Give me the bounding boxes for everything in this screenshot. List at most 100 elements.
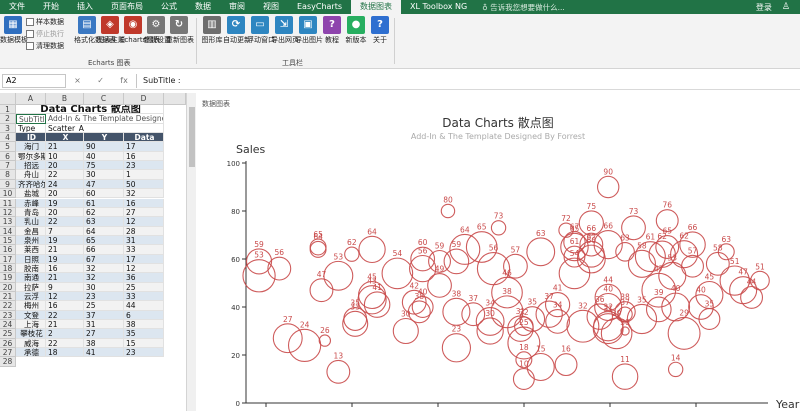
data-cell[interactable]: 41 xyxy=(84,348,124,358)
data-cell[interactable]: 梅州 xyxy=(16,301,46,311)
data-cell[interactable]: 16 xyxy=(124,151,164,162)
row-header[interactable]: 19 xyxy=(0,273,16,283)
auto-update-button[interactable]: ⟳ 自动更新 xyxy=(223,16,251,44)
data-cell[interactable]: 64 xyxy=(84,226,124,236)
data-cell[interactable]: 30 xyxy=(84,170,124,180)
data-cell[interactable]: 拉萨 xyxy=(16,282,46,292)
row-header[interactable]: 21 xyxy=(0,292,16,302)
chart-library-button[interactable]: ▥ 图形库 xyxy=(199,16,225,44)
data-cell[interactable]: 67 xyxy=(84,254,124,264)
redraw-chart-button[interactable]: ↻ 重新图表 xyxy=(166,16,194,44)
data-cell[interactable]: 乳山 xyxy=(16,217,46,227)
chart-area[interactable]: 数据图表 Data Charts 散点图 Add-In & The Templat… xyxy=(196,93,800,411)
tutorial-button[interactable]: ? 教程 xyxy=(319,16,345,44)
type-label-cell[interactable]: Type xyxy=(16,123,46,134)
header-cell-y[interactable]: Y xyxy=(84,133,124,143)
data-cell[interactable]: 海门 xyxy=(16,142,46,152)
scroll-thumb[interactable] xyxy=(189,107,195,167)
cancel-icon[interactable]: × xyxy=(74,76,81,85)
data-cell[interactable]: 22 xyxy=(46,310,84,321)
data-cell[interactable]: 9 xyxy=(46,282,84,292)
data-cell[interactable]: 泉州 xyxy=(16,235,46,246)
data-cell[interactable]: 17 xyxy=(124,254,164,264)
column-header-D[interactable]: D xyxy=(124,93,164,105)
data-cell[interactable]: 1 xyxy=(124,170,164,180)
row-header[interactable]: 26 xyxy=(0,338,16,349)
column-header-B[interactable]: B xyxy=(46,93,84,105)
data-cell[interactable]: 19 xyxy=(46,198,84,208)
ribbon-tab-1[interactable]: 开始 xyxy=(34,0,68,14)
data-cell[interactable]: 32 xyxy=(84,273,124,283)
type-value-cell[interactable]: Scatter_A xyxy=(46,123,164,134)
formula-input[interactable]: SubTitle : xyxy=(136,73,800,88)
row-header[interactable]: 18 xyxy=(0,263,16,274)
data-cell[interactable]: 盐城 xyxy=(16,189,46,199)
data-cell[interactable]: 攀枝花 xyxy=(16,329,46,339)
data-cell[interactable]: 40 xyxy=(84,151,124,162)
data-cell[interactable]: 38 xyxy=(84,338,124,349)
data-cell[interactable]: 23 xyxy=(124,161,164,171)
login-link[interactable]: 登录 xyxy=(750,2,778,13)
data-cell[interactable]: 33 xyxy=(124,245,164,255)
row-header[interactable]: 13 xyxy=(0,217,16,227)
data-cell[interactable]: 22 xyxy=(46,170,84,180)
row-header[interactable]: 28 xyxy=(0,357,16,367)
data-cell[interactable]: 50 xyxy=(124,179,164,190)
data-cell[interactable]: 25 xyxy=(124,282,164,292)
row-header[interactable]: 15 xyxy=(0,235,16,246)
data-cell[interactable]: 66 xyxy=(84,245,124,255)
data-cell[interactable]: 12 xyxy=(46,292,84,302)
data-cell[interactable]: 16 xyxy=(124,198,164,208)
data-cell[interactable]: 21 xyxy=(46,142,84,152)
ribbon-tab-4[interactable]: 公式 xyxy=(152,0,186,14)
ribbon-tab-6[interactable]: 审阅 xyxy=(220,0,254,14)
data-cell[interactable]: 16 xyxy=(46,301,84,311)
data-cell[interactable]: 19 xyxy=(46,254,84,264)
data-cell[interactable]: 莱西 xyxy=(16,245,46,255)
data-cell[interactable]: 44 xyxy=(124,301,164,311)
about-button[interactable]: ? 关于 xyxy=(367,16,393,44)
data-cell[interactable]: 19 xyxy=(46,235,84,246)
data-cell[interactable]: 23 xyxy=(84,292,124,302)
ribbon-tab-7[interactable]: 视图 xyxy=(254,0,288,14)
data-cell[interactable]: 37 xyxy=(84,310,124,321)
data-cell[interactable]: 20 xyxy=(46,207,84,218)
data-cell[interactable]: 上海 xyxy=(16,320,46,330)
data-cell[interactable]: 31 xyxy=(124,235,164,246)
data-cell[interactable]: 文登 xyxy=(16,310,46,321)
data-cell[interactable]: 12 xyxy=(124,217,164,227)
row-header[interactable]: 16 xyxy=(0,245,16,255)
corner-cell[interactable] xyxy=(0,93,16,105)
row-header[interactable]: 22 xyxy=(0,301,16,311)
sample-data-button[interactable]: 样本数据 xyxy=(26,17,72,27)
tell-me-search[interactable]: ♁ 告诉我您想要做什么... xyxy=(482,2,565,13)
data-cell[interactable]: 27 xyxy=(84,329,124,339)
data-cell[interactable]: 28 xyxy=(124,226,164,236)
ribbon-tab-3[interactable]: 页面布局 xyxy=(102,0,152,14)
data-cell[interactable]: 31 xyxy=(84,320,124,330)
header-cell-data[interactable]: Data xyxy=(124,133,164,143)
data-cell[interactable]: 7 xyxy=(46,226,84,236)
row-header[interactable]: 7 xyxy=(0,161,16,171)
data-cell[interactable]: 舟山 xyxy=(16,170,46,180)
row-header[interactable]: 5 xyxy=(0,142,16,152)
data-cell[interactable]: 63 xyxy=(84,217,124,227)
data-cell[interactable]: 20 xyxy=(46,161,84,171)
data-cell[interactable]: 30 xyxy=(84,282,124,292)
row-header[interactable]: 27 xyxy=(0,348,16,358)
new-version-button[interactable]: ● 新版本 xyxy=(343,16,369,44)
row-header[interactable]: 4 xyxy=(0,133,16,143)
confirm-icon[interactable]: ✓ xyxy=(97,76,104,85)
column-header-A[interactable]: A xyxy=(16,93,46,105)
row-header[interactable]: 9 xyxy=(0,179,16,190)
data-cell[interactable]: 36 xyxy=(124,273,164,283)
column-header-C[interactable]: C xyxy=(84,93,124,105)
data-cell[interactable]: 21 xyxy=(46,320,84,330)
ribbon-tab-10[interactable]: XL Toolbox NG xyxy=(401,0,476,14)
data-cell[interactable]: 22 xyxy=(46,338,84,349)
subtitle-value-cell[interactable]: Add-In & The Template Designed By Forres… xyxy=(46,114,164,124)
row-header[interactable]: 20 xyxy=(0,282,16,292)
data-cell[interactable]: 18 xyxy=(46,348,84,358)
data-cell[interactable]: 威海 xyxy=(16,338,46,349)
data-cell[interactable]: 21 xyxy=(46,245,84,255)
